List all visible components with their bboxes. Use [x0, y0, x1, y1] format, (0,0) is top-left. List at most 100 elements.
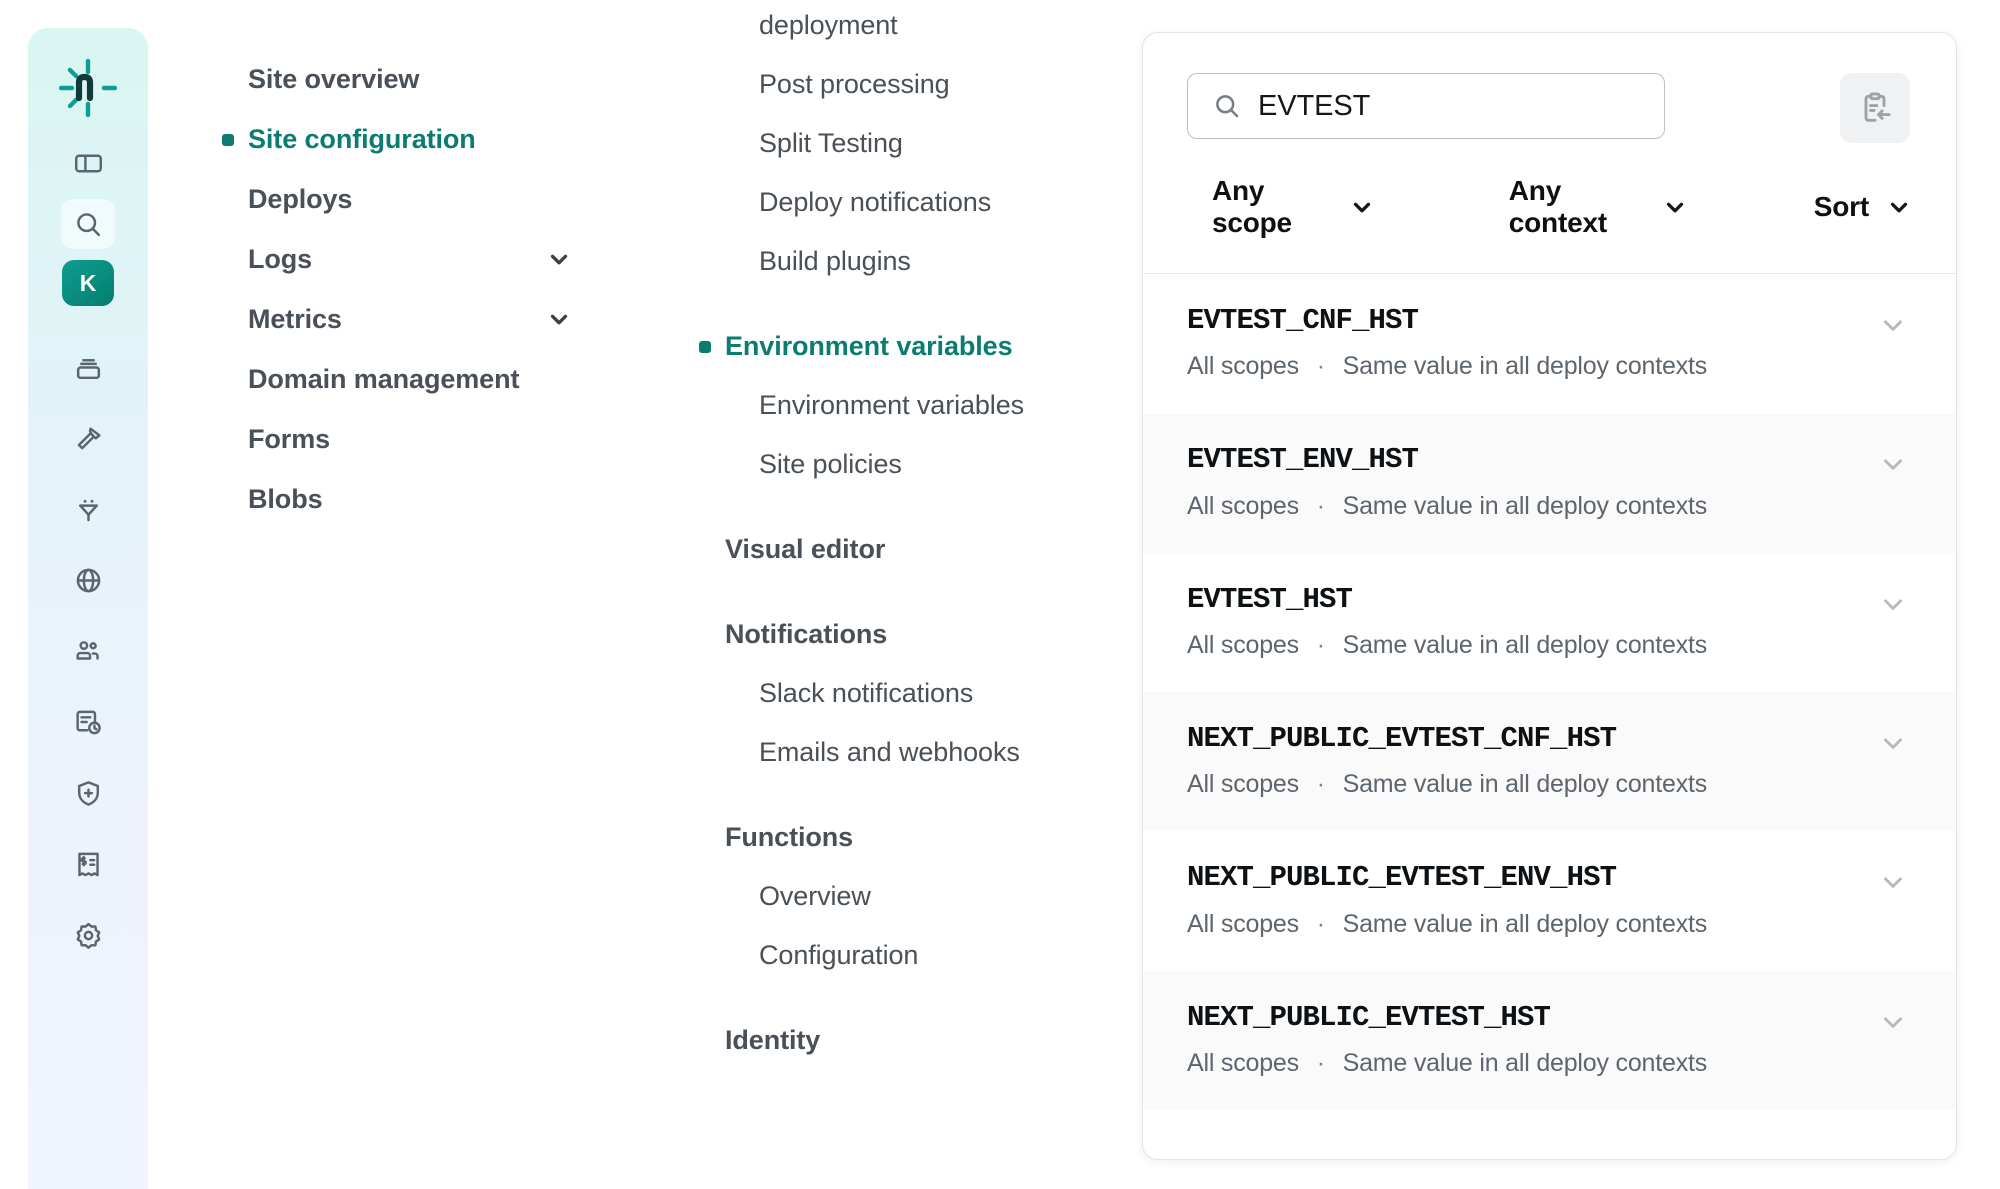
env-var-name: EVTEST_HST — [1187, 582, 1353, 616]
nav-group-environment-variables[interactable]: Environment variables — [699, 317, 1085, 376]
env-var-name: EVTEST_ENV_HST — [1187, 443, 1419, 477]
chevron-down-icon[interactable] — [1878, 1007, 1908, 1037]
nav-label: Site overview — [248, 64, 420, 94]
nav-item-post-processing[interactable]: Post processing — [725, 55, 1085, 114]
search-icon — [1216, 95, 1239, 118]
nav-label: Blobs — [248, 483, 323, 514]
table-row[interactable]: EVTEST_CNF_HST All scopes · Same value i… — [1143, 274, 1956, 413]
table-row[interactable]: EVTEST_ENV_HST All scopes · Same value i… — [1143, 413, 1956, 553]
env-var-context: Same value in all deploy contexts — [1342, 491, 1708, 520]
nav-item-environment-variables[interactable]: Environment variables — [725, 376, 1085, 435]
nav-group-spacer — [725, 579, 1085, 605]
table-row[interactable]: NEXT_PUBLIC_EVTEST_HST All scopes · Same… — [1143, 970, 1956, 1111]
netlify-logo-icon[interactable] — [56, 56, 120, 120]
table-row[interactable]: EVTEST_HST All scopes · Same value in al… — [1143, 553, 1956, 692]
nav-group-spacer — [725, 985, 1085, 1011]
nav-item-site-policies[interactable]: Site policies — [725, 435, 1085, 494]
chevron-down-icon[interactable] — [1878, 589, 1908, 619]
chevron-down-icon — [550, 314, 568, 325]
users-icon[interactable] — [61, 626, 115, 676]
env-var-name: EVTEST_CNF_HST — [1187, 304, 1419, 337]
table-row[interactable]: NEXT_PUBLIC_EVTEST_CNF_HST All scopes · … — [1143, 692, 1956, 832]
meta-separator: · — [1316, 352, 1325, 381]
avatar[interactable]: K — [62, 260, 114, 306]
meta-separator: · — [1316, 770, 1325, 799]
env-var-meta: All scopes · Same value in all deploy co… — [1187, 631, 1912, 660]
nav-item-blobs[interactable]: Blobs — [248, 470, 578, 530]
nav-group-spacer — [725, 782, 1085, 808]
nav-group-spacer — [725, 291, 1085, 317]
avatar-initial: K — [79, 269, 97, 296]
context-filter-label: Any context — [1508, 175, 1607, 238]
panel-header-top-row: EVTEST — [1187, 73, 1912, 143]
nav-item-forms[interactable]: Forms — [248, 410, 578, 470]
nav-group-functions[interactable]: Functions — [725, 808, 1085, 867]
chevron-down-icon — [1890, 202, 1908, 213]
globe-icon[interactable] — [61, 555, 115, 605]
sort-filter-label: Sort — [1813, 191, 1869, 222]
gear-icon[interactable] — [61, 910, 115, 960]
meta-separator: · — [1316, 631, 1325, 660]
nav-group-spacer — [725, 494, 1085, 520]
site-nav-secondary: deployment Post processing Split Testing… — [699, 0, 1085, 1070]
env-var-context: Same value in all deploy contexts — [1342, 909, 1708, 938]
meta-separator: · — [1316, 491, 1325, 520]
panel-header: EVTEST Any scope Any context Sort — [1143, 33, 1956, 273]
site-nav-primary: Site overview Site configuration Deploys… — [222, 50, 578, 530]
search-icon[interactable] — [61, 199, 115, 249]
hammer-icon[interactable] — [61, 413, 115, 463]
shield-plus-icon[interactable] — [61, 768, 115, 818]
env-var-context: Same value in all deploy contexts — [1342, 352, 1708, 381]
panel-layout-icon[interactable] — [61, 138, 115, 188]
nav-item-deployment[interactable]: deployment — [725, 0, 1085, 55]
env-var-scope: All scopes — [1187, 631, 1299, 660]
chevron-down-icon[interactable] — [1878, 449, 1908, 479]
log-clock-icon[interactable] — [61, 697, 115, 747]
nav-item-site-overview[interactable]: Site overview — [248, 50, 578, 110]
plug-icon[interactable] — [61, 484, 115, 534]
scope-filter-label: Any scope — [1212, 175, 1292, 238]
nav-label: Forms — [248, 423, 331, 454]
nav-item-deploys[interactable]: Deploys — [248, 170, 578, 230]
chevron-down-icon[interactable] — [1878, 310, 1908, 340]
nav-item-deploy-notifications[interactable]: Deploy notifications — [725, 173, 1085, 232]
env-var-meta: All scopes · Same value in all deploy co… — [1187, 910, 1912, 939]
nav-item-split-testing[interactable]: Split Testing — [725, 114, 1085, 173]
box-icon[interactable] — [61, 342, 115, 392]
environment-variables-list: EVTEST_CNF_HST All scopes · Same value i… — [1143, 274, 1956, 1159]
import-clipboard-icon[interactable] — [1840, 73, 1910, 143]
nav-item-logs[interactable]: Logs — [248, 230, 578, 290]
env-var-name: NEXT_PUBLIC_EVTEST_CNF_HST — [1187, 722, 1617, 756]
nav-item-slack-notifications[interactable]: Slack notifications — [725, 664, 1085, 723]
nav-item-emails-and-webhooks[interactable]: Emails and webhooks — [725, 723, 1085, 782]
env-var-meta: All scopes · Same value in all deploy co… — [1187, 492, 1912, 521]
nav-item-site-configuration[interactable]: Site configuration — [222, 110, 578, 170]
env-var-meta: All scopes · Same value in all deploy co… — [1187, 770, 1912, 799]
nav-item-functions-overview[interactable]: Overview — [725, 867, 1085, 926]
nav-group-notifications[interactable]: Notifications — [725, 605, 1085, 664]
search-input[interactable]: EVTEST — [1187, 73, 1665, 139]
nav-item-functions-configuration[interactable]: Configuration — [725, 926, 1085, 985]
nav-item-domain-management[interactable]: Domain management — [248, 350, 578, 410]
env-var-name: NEXT_PUBLIC_EVTEST_HST — [1187, 1000, 1551, 1034]
chevron-down-icon — [550, 254, 568, 265]
env-var-scope: All scopes — [1187, 491, 1299, 520]
table-row[interactable]: NEXT_PUBLIC_EVTEST_ENV_HST All scopes · … — [1143, 831, 1956, 970]
env-var-meta: All scopes · Same value in all deploy co… — [1187, 1049, 1912, 1078]
chevron-down-icon[interactable] — [1878, 728, 1908, 758]
context-filter[interactable]: Any context — [1509, 175, 1688, 239]
nav-item-metrics[interactable]: Metrics — [248, 290, 578, 350]
scope-filter[interactable]: Any scope — [1212, 175, 1375, 239]
env-var-name: NEXT_PUBLIC_EVTEST_ENV_HST — [1187, 861, 1617, 895]
nav-label: Logs — [248, 243, 313, 274]
nav-group-visual-editor[interactable]: Visual editor — [725, 520, 1085, 579]
chevron-down-icon — [1353, 202, 1370, 213]
receipt-icon[interactable] — [61, 839, 115, 889]
chevron-down-icon[interactable] — [1878, 867, 1908, 897]
sort-filter[interactable]: Sort — [1814, 191, 1912, 223]
nav-item-build-plugins[interactable]: Build plugins — [725, 232, 1085, 291]
env-var-context: Same value in all deploy contexts — [1342, 1049, 1708, 1078]
env-var-scope: All scopes — [1187, 1049, 1299, 1078]
nav-group-identity[interactable]: Identity — [725, 1011, 1085, 1070]
nav-label: Domain management — [248, 363, 520, 394]
